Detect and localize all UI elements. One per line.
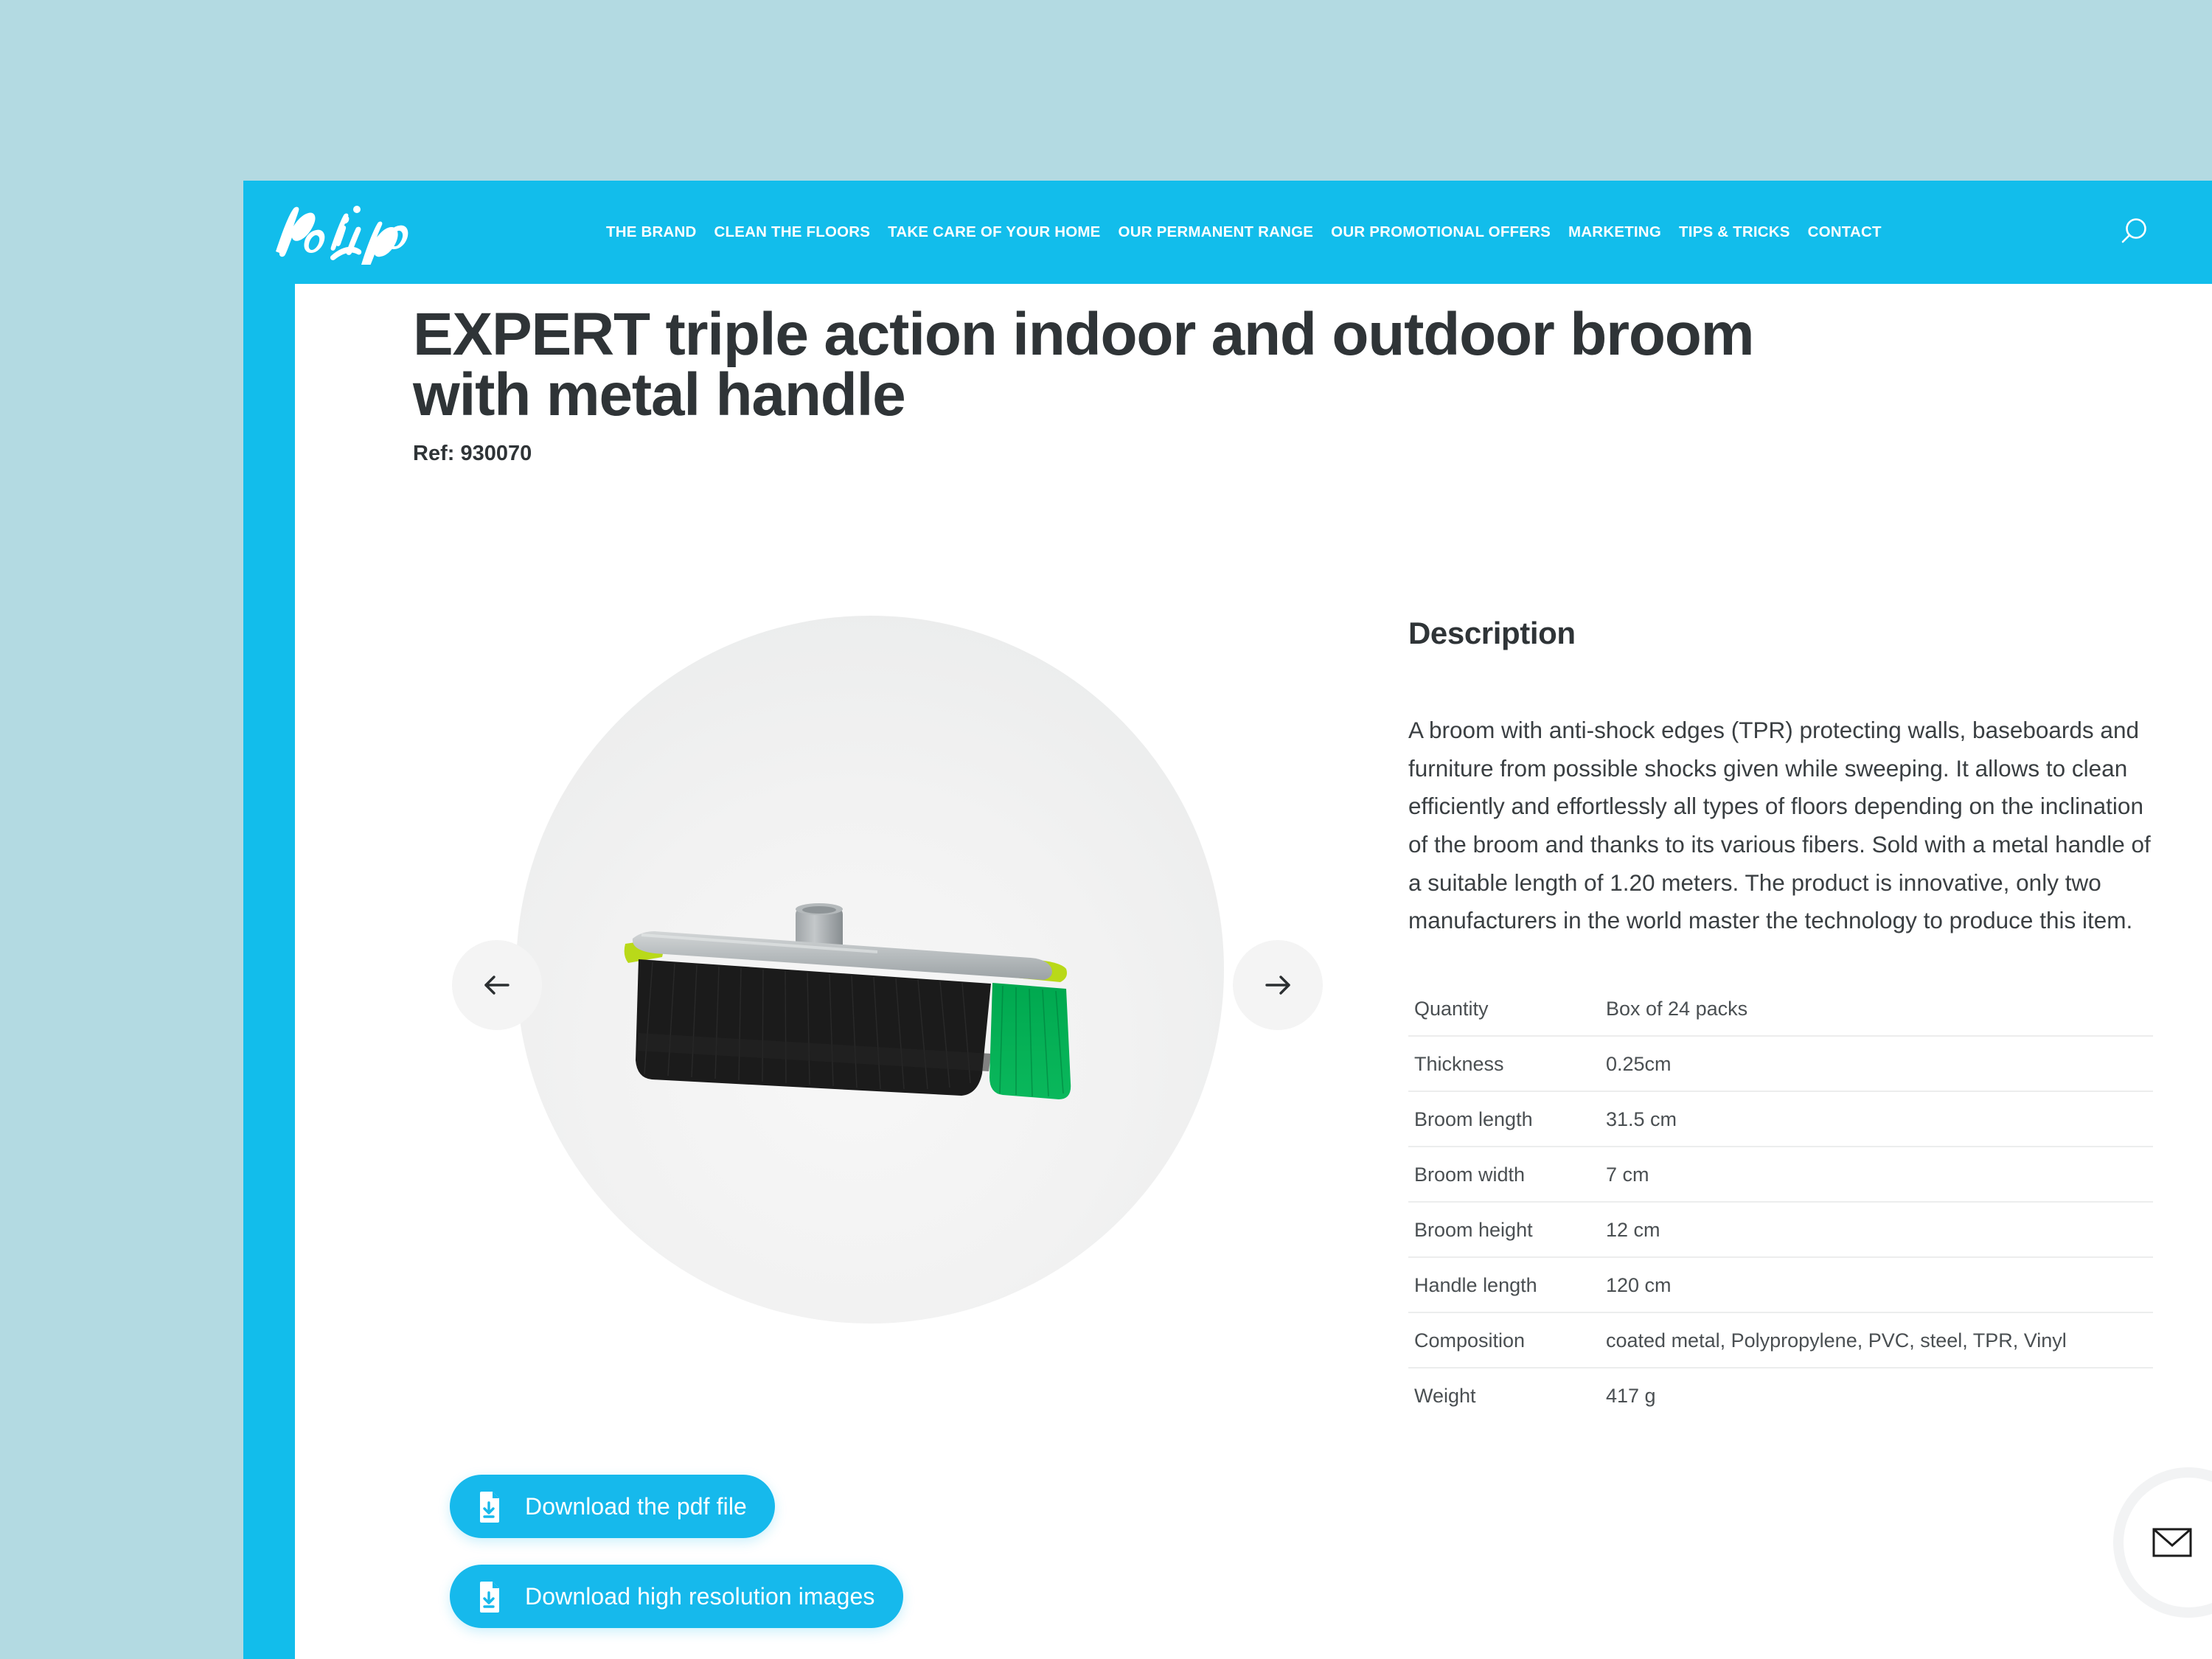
spec-key: Weight — [1408, 1366, 1606, 1422]
table-row: Broom width 7 cm — [1408, 1145, 2153, 1202]
product-reference: Ref: 930070 — [413, 442, 532, 465]
table-row: Quantity Box of 24 packs — [1408, 981, 2153, 1036]
table-row: Thickness 0.25cm — [1408, 1034, 2153, 1091]
product-image — [619, 903, 1091, 1147]
nav-item-our-permanent-range[interactable]: OUR PERMANENT RANGE — [1110, 223, 1323, 241]
arrow-right-icon — [1258, 965, 1298, 1005]
file-download-icon — [472, 1579, 506, 1613]
envelope-icon — [2152, 1528, 2212, 1557]
spec-value: 7 cm — [1606, 1145, 2153, 1202]
download-images-label: Download high resolution images — [525, 1582, 875, 1610]
spec-key: Composition — [1408, 1311, 1606, 1368]
nav-item-tips-and-tricks[interactable]: TIPS & TRICKS — [1670, 223, 1799, 241]
file-download-icon — [472, 1489, 506, 1523]
spec-value: 417 g — [1606, 1366, 2153, 1422]
screen: THE BRAND CLEAN THE FLOORS TAKE CARE OF … — [0, 0, 2212, 1659]
nav-item-clean-the-floors[interactable]: CLEAN THE FLOORS — [706, 223, 880, 241]
webpage: THE BRAND CLEAN THE FLOORS TAKE CARE OF … — [243, 181, 2212, 1659]
download-pdf-button[interactable]: Download the pdf file — [450, 1475, 775, 1538]
main-navigation: THE BRAND CLEAN THE FLOORS TAKE CARE OF … — [597, 181, 1891, 284]
spec-key: Broom width — [1408, 1145, 1606, 1202]
spec-value: 12 cm — [1606, 1200, 2153, 1257]
polhop-script-logo[interactable] — [270, 197, 410, 265]
table-row: Composition coated metal, Polypropylene,… — [1408, 1311, 2153, 1368]
nav-item-contact[interactable]: CONTACT — [1799, 223, 1891, 241]
site-header: THE BRAND CLEAN THE FLOORS TAKE CARE OF … — [243, 181, 2212, 284]
description-body: A broom with anti-shock edges (TPR) prot… — [1408, 717, 2151, 934]
download-buttons: Download the pdf file Download high reso… — [450, 1475, 903, 1655]
spec-key: Quantity — [1414, 997, 1489, 1020]
search-icon[interactable] — [2116, 215, 2152, 250]
table-row: Handle length 120 cm — [1408, 1256, 2153, 1312]
gallery-next-button[interactable] — [1233, 940, 1323, 1030]
product-title-block: EXPERT triple action indoor and outdoor … — [413, 305, 1851, 466]
page-title: EXPERT triple action indoor and outdoor … — [413, 301, 1755, 428]
description-heading: Description — [1408, 616, 1576, 650]
nav-item-marketing[interactable]: MARKETING — [1559, 223, 1670, 241]
spec-key: Thickness — [1408, 1034, 1606, 1091]
spec-value: coated metal, Polypropylene, PVC, steel,… — [1606, 1311, 2153, 1368]
spec-value: 0.25cm — [1606, 1034, 2153, 1091]
specification-table: Quantity Box of 24 packs Thickness 0.25c… — [1408, 981, 2153, 1422]
gallery-prev-button[interactable] — [452, 940, 542, 1030]
table-row: Broom height 12 cm — [1408, 1200, 2153, 1257]
contact-bubble-button[interactable] — [2124, 1478, 2212, 1607]
download-pdf-label: Download the pdf file — [525, 1492, 747, 1520]
description-column: Description A broom with anti-shock edge… — [1408, 616, 2153, 1422]
nav-item-the-brand[interactable]: THE BRAND — [597, 223, 706, 241]
spec-value: Box of 24 packs — [1606, 997, 1748, 1020]
arrow-left-icon — [477, 965, 517, 1005]
table-row: Weight 417 g — [1408, 1366, 2153, 1422]
download-images-button[interactable]: Download high resolution images — [450, 1565, 903, 1628]
spec-value: 31.5 cm — [1606, 1090, 2153, 1147]
nav-item-take-care-of-your-home[interactable]: TAKE CARE OF YOUR HOME — [879, 223, 1109, 241]
table-row: Broom length 31.5 cm — [1408, 1090, 2153, 1147]
spec-key: Handle length — [1408, 1256, 1606, 1312]
spec-key: Broom height — [1408, 1200, 1606, 1257]
spec-key: Broom length — [1408, 1090, 1606, 1147]
product-gallery — [273, 608, 1364, 1419]
spec-value: 120 cm — [1606, 1256, 2153, 1312]
nav-item-our-promotional-offers[interactable]: OUR PROMOTIONAL OFFERS — [1322, 223, 1559, 241]
